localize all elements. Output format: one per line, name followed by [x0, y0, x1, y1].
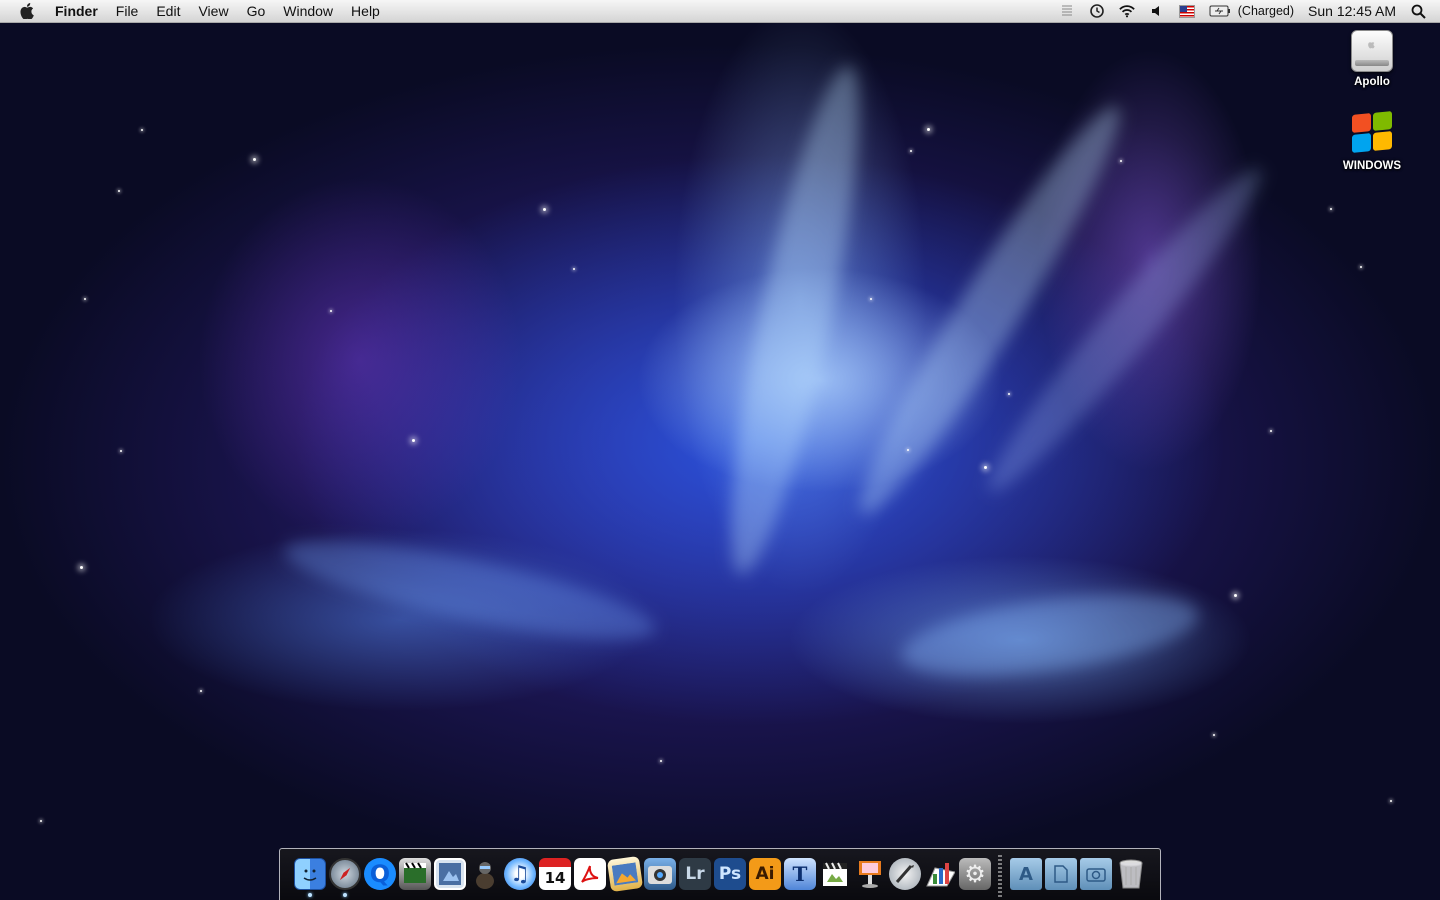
desktop-icon-windows[interactable]: WINDOWS: [1332, 111, 1412, 172]
menu-bar: Finder File Edit View Go Window Help (Ch…: [0, 0, 1440, 23]
apple-logo-icon[interactable]: [20, 3, 34, 19]
star: [40, 820, 42, 822]
menu-window[interactable]: Window: [274, 0, 342, 22]
star: [141, 129, 143, 131]
dock-lightroom-icon[interactable]: Lr: [679, 858, 711, 890]
star: [120, 450, 122, 452]
star: [907, 449, 909, 451]
aurora-streak: [970, 153, 1280, 507]
star: [1120, 160, 1122, 162]
dock-script-editor-icon[interactable]: [889, 858, 921, 890]
star: [1360, 266, 1362, 268]
dock-ical-icon[interactable]: 14: [539, 858, 571, 890]
desktop-wallpaper: [0, 0, 1440, 900]
dock-quicktime-icon[interactable]: Q: [364, 858, 396, 890]
us-flag-input-icon[interactable]: [1178, 3, 1195, 19]
star: [1234, 594, 1237, 597]
star: [1330, 208, 1332, 210]
menu-go[interactable]: Go: [238, 0, 275, 22]
dock-image-capture-icon[interactable]: [644, 858, 676, 890]
windows-drive-icon: [1350, 111, 1394, 156]
dock-safari-icon[interactable]: [329, 858, 361, 890]
star: [1008, 393, 1010, 395]
star: [870, 298, 872, 300]
star: [1390, 800, 1392, 802]
dock-trash-icon[interactable]: [1115, 858, 1147, 890]
menu-file[interactable]: File: [107, 0, 148, 22]
dock-numbers-icon[interactable]: [924, 858, 956, 890]
dock-documents-folder-icon[interactable]: [1045, 858, 1077, 890]
time-machine-icon[interactable]: [1089, 3, 1105, 19]
dock-separator[interactable]: [998, 855, 1002, 897]
volume-icon[interactable]: [1149, 3, 1165, 19]
star: [573, 268, 575, 270]
status-menus: (Charged) Sun 12:45 AM: [1052, 0, 1440, 22]
dock-textedit-icon[interactable]: T: [784, 858, 816, 890]
menu-help[interactable]: Help: [342, 0, 389, 22]
menu-edit[interactable]: Edit: [147, 0, 189, 22]
dock-acrobat-icon[interactable]: [574, 858, 606, 890]
menu-extra-icon[interactable]: [1059, 3, 1075, 19]
menu-app-finder[interactable]: Finder: [46, 0, 107, 22]
running-indicator: [308, 893, 312, 897]
dock-finder-icon[interactable]: [294, 858, 326, 890]
aurora-streak: [277, 521, 663, 659]
star: [927, 128, 930, 131]
dock-itunes-icon[interactable]: ♫: [504, 858, 536, 890]
dock-applications-folder-icon[interactable]: A: [1010, 858, 1042, 890]
dock-keynote-icon[interactable]: [854, 858, 886, 890]
star: [412, 439, 415, 442]
desktop-icon-label: Apollo: [1354, 76, 1390, 88]
menu-view[interactable]: View: [189, 0, 237, 22]
hard-drive-icon: [1351, 30, 1393, 72]
battery-status[interactable]: (Charged): [1238, 0, 1301, 22]
running-indicator: [343, 893, 347, 897]
star: [984, 466, 987, 469]
star: [80, 566, 83, 569]
aurora-streak: [706, 58, 884, 582]
star: [330, 310, 332, 312]
wifi-icon[interactable]: [1119, 3, 1135, 19]
dock-iphoto-icon[interactable]: [606, 855, 644, 893]
aurora-streak: [896, 579, 1204, 691]
star: [910, 150, 912, 152]
dock: Q ♫ 14 Lr Ps Ai T ⚙ A: [279, 848, 1161, 900]
desktop-icon-label: WINDOWS: [1342, 160, 1402, 172]
dock-illustrator-icon[interactable]: Ai: [749, 858, 781, 890]
star: [543, 208, 546, 211]
dock-system-preferences-icon[interactable]: ⚙: [959, 858, 991, 890]
star: [1270, 430, 1272, 432]
star: [1213, 734, 1215, 736]
dock-final-cut-icon[interactable]: [819, 858, 851, 890]
star: [118, 190, 120, 192]
desktop-icon-apollo[interactable]: Apollo: [1332, 30, 1412, 88]
aurora-streak: [837, 90, 1143, 530]
dock-preview-icon[interactable]: [434, 858, 466, 890]
dock-automator-icon[interactable]: [469, 858, 501, 890]
star: [253, 158, 256, 161]
dock-photoshop-icon[interactable]: Ps: [714, 858, 746, 890]
spotlight-icon[interactable]: [1410, 3, 1426, 19]
star: [200, 690, 202, 692]
battery-icon[interactable]: [1209, 3, 1231, 19]
dock-imovie-icon[interactable]: [399, 858, 431, 890]
star: [84, 298, 86, 300]
menu-clock[interactable]: Sun 12:45 AM: [1301, 0, 1403, 22]
star: [660, 760, 662, 762]
dock-pictures-folder-icon[interactable]: [1080, 858, 1112, 890]
